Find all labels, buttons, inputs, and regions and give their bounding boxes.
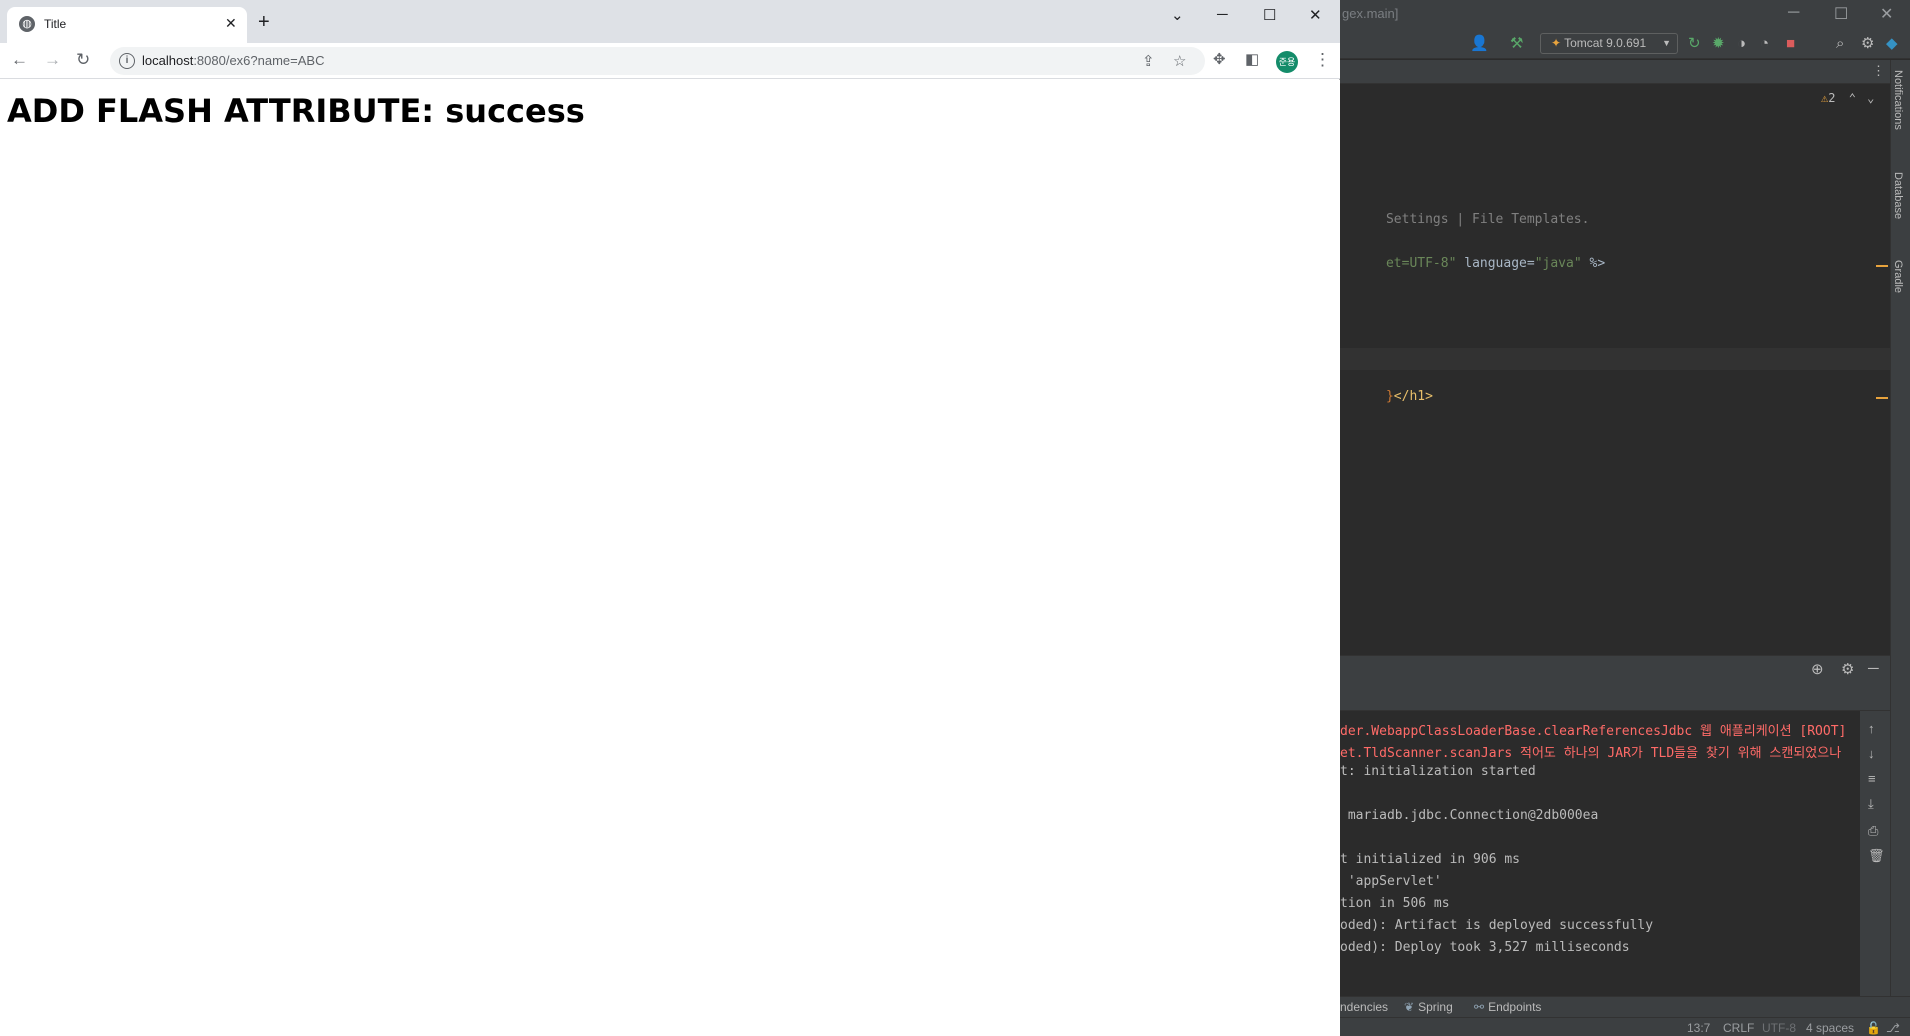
build-hammer-icon[interactable]: ⚒ [1510,35,1523,53]
endpoints-icon: ⚯ [1474,1000,1485,1014]
ide-close-icon[interactable]: ✕ [1880,4,1893,24]
address-bar[interactable]: i localhost:8080/ex6?name=ABC ⇪ ☆ [110,47,1205,75]
settings-gear-icon[interactable]: ⚙ [1841,660,1854,678]
tab-title: Title [44,17,67,31]
scroll-down-icon[interactable]: ↓ [1868,746,1875,761]
extensions-puzzle-icon[interactable]: ✥ [1213,50,1226,70]
lock-icon[interactable]: 🔓 [1866,1021,1881,1035]
search-icon[interactable]: ⌕ [1836,35,1844,53]
ide-minimize-icon[interactable]: ─ [1788,4,1799,22]
console-line: oded): Artifact is deployed successfully [1340,918,1654,933]
hide-panel-icon[interactable]: ─ [1868,660,1879,677]
code-line-page-directive: et=UTF-8" language="java" %> [1385,256,1606,271]
soft-wrap-icon[interactable]: ≡ [1868,771,1876,786]
scroll-up-icon[interactable]: ↑ [1868,721,1875,736]
minimize-icon[interactable]: ─ [1217,6,1228,23]
tab-endpoints[interactable]: ⚯ Endpoints [1474,1000,1541,1014]
console-line: t: initialization started [1340,764,1536,779]
chevron-down-icon: ▼ [1662,38,1671,48]
jetbrains-logo-icon[interactable]: ◆ [1886,35,1898,53]
git-icon[interactable]: ⎇ [1886,1021,1900,1035]
maximize-icon[interactable]: ☐ [1263,6,1276,24]
ide-maximize-icon[interactable]: ☐ [1834,4,1848,24]
reload-icon[interactable]: ↻ [76,50,90,70]
console-line: oded): Deploy took 3,527 milliseconds [1340,940,1630,955]
console-line: t initialized in 906 ms [1340,852,1521,867]
spring-leaf-icon: ❦ [1404,1000,1415,1014]
line-separator[interactable]: CRLF [1723,1021,1754,1035]
notifications-tool[interactable]: Notifications [1892,70,1904,130]
console-line: mariadb.jdbc.Connection@2db000ea [1340,808,1599,823]
scrollbar-warning-mark[interactable] [1876,265,1888,267]
globe-icon: ◍ [19,16,35,32]
close-tab-icon[interactable]: ✕ [225,15,237,32]
side-panel-icon[interactable]: ◧ [1245,50,1259,70]
coverage-icon[interactable]: ◑ [1737,35,1746,53]
console-line: 'appServlet' [1340,874,1442,889]
rerun-icon[interactable]: ↻ [1688,35,1701,53]
scrollbar-warning-mark[interactable] [1876,397,1888,399]
page-heading: ADD FLASH ATTRIBUTE: success [7,92,585,130]
clear-trash-icon[interactable]: 🗑 [1868,848,1885,864]
back-icon[interactable]: ← [11,50,28,70]
chevron-up-icon[interactable]: ⌃ [1849,91,1856,105]
console-toolbar: ↑ ↓ ≡ ⤓ ⎙ 🗑 [1860,711,1890,996]
browser-window: ◍ Title ✕ + ⌄ ─ ☐ ✕ ← → ↻ i localhost:80… [0,0,1340,1036]
print-icon[interactable]: ⎙ [1868,823,1878,839]
browser-menu-icon[interactable]: ⋮ [1314,50,1331,70]
settings-gear-icon[interactable]: ⚙ [1861,35,1874,53]
url-text[interactable]: localhost:8080/ex6?name=ABC [142,53,325,68]
ide-title-text: gex.main] [1342,6,1399,21]
code-line-comment: Settings | File Templates. [1385,212,1590,227]
caret-position[interactable]: 13:7 [1687,1021,1710,1035]
stop-icon[interactable]: ■ [1786,35,1795,53]
gradle-tool[interactable]: Gradle [1892,260,1904,293]
browser-tab[interactable]: ◍ Title ✕ [7,7,247,43]
browser-toolbar: ← → ↻ i localhost:8080/ex6?name=ABC ⇪ ☆ … [0,43,1340,79]
page-content: ADD FLASH ATTRIBUTE: success [0,80,1340,1036]
target-icon[interactable]: ⊕ [1811,660,1824,678]
site-info-icon[interactable]: i [119,53,135,69]
tab-spring[interactable]: ❦ Spring [1404,1000,1453,1014]
console-line: et.TldScanner.scanJars 적어도 하나의 JAR가 TLD들… [1340,746,1842,761]
indent-setting[interactable]: 4 spaces [1806,1021,1854,1035]
database-tool[interactable]: Database [1892,172,1904,219]
warnings-indicator[interactable]: ⚠2 ⌃ ⌄ [1821,91,1874,105]
forward-icon[interactable]: → [44,50,61,70]
tab-dependencies[interactable]: ndencies [1340,1000,1388,1014]
console-line: der.WebappClassLoaderBase.clearReference… [1340,724,1847,739]
profile-avatar[interactable]: 준용 [1276,51,1298,73]
share-icon[interactable]: ⇪ [1142,52,1155,70]
right-tool-rail: Notifications Database Gradle [1890,60,1910,996]
console-line: tion in 506 ms [1340,896,1450,911]
scroll-to-end-icon[interactable]: ⤓ [1868,796,1874,812]
run-config-label: Tomcat 9.0.691 [1564,36,1647,50]
profile-icon[interactable]: ◔ [1760,35,1769,53]
file-encoding[interactable]: UTF-8 [1762,1021,1796,1035]
run-config-selector[interactable]: ✦ Tomcat 9.0.691 ▼ [1540,33,1678,54]
debug-icon[interactable]: ✹ [1712,35,1725,53]
user-icon[interactable]: 👤 [1470,35,1489,53]
close-window-icon[interactable]: ✕ [1309,6,1322,24]
new-tab-button[interactable]: + [258,12,270,32]
browser-tab-strip: ◍ Title ✕ + ⌄ ─ ☐ ✕ [0,0,1340,43]
tab-search-icon[interactable]: ⌄ [1171,6,1184,24]
more-options-icon[interactable]: ⋮ [1872,63,1885,79]
chevron-down-icon[interactable]: ⌄ [1867,91,1874,105]
warnings-count: 2 [1828,91,1836,105]
bookmark-star-icon[interactable]: ☆ [1173,52,1186,70]
code-line-h1: }</h1> [1385,389,1433,404]
tomcat-icon: ✦ [1551,36,1562,50]
